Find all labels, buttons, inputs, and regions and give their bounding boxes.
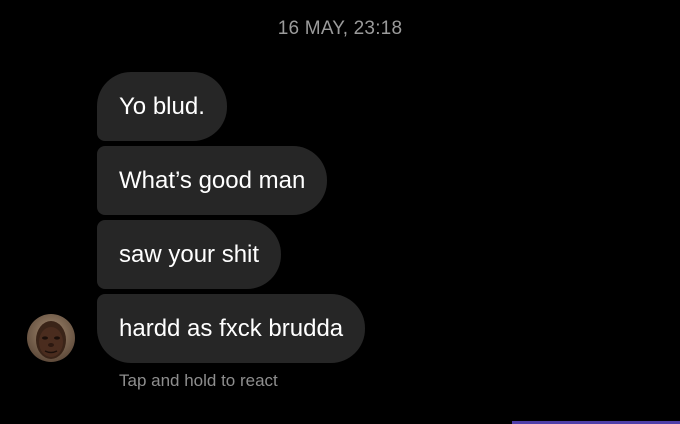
dm-thread-screen: 16 MAY, 23:18 Yo blud. What’s good man s… — [0, 0, 680, 424]
message-bubble[interactable]: hardd as fxck brudda — [97, 294, 366, 363]
message-bubble[interactable]: What’s good man — [97, 146, 328, 215]
sender-avatar[interactable] — [27, 314, 75, 362]
react-hint: Tap and hold to react — [119, 371, 278, 390]
message-timestamp: 16 MAY, 23:18 — [277, 18, 403, 39]
message-bubble[interactable]: saw your shit — [97, 220, 282, 289]
message-group: Yo blud. What’s good man saw your shit h… — [97, 72, 366, 368]
message-bubble[interactable]: Yo blud. — [97, 72, 227, 141]
avatar-image — [27, 314, 75, 362]
